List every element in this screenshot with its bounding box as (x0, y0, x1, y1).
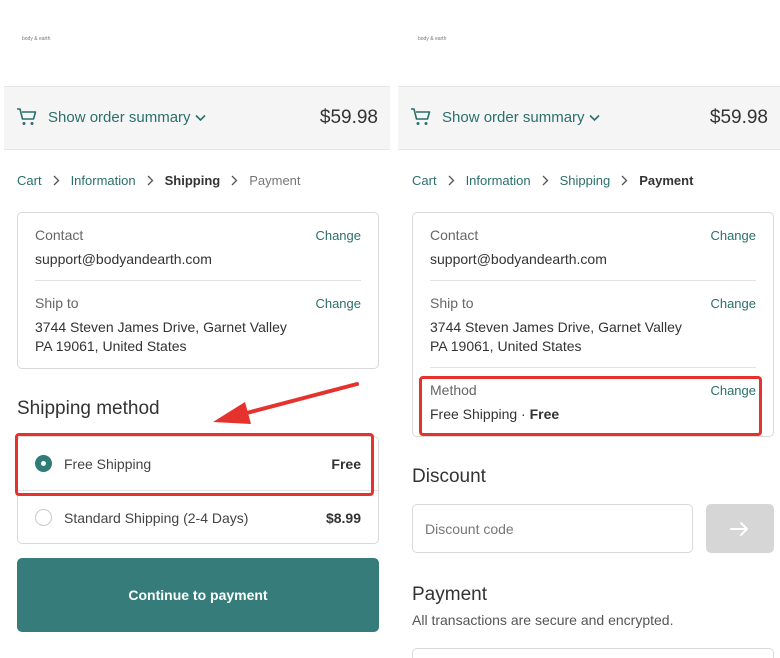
chevron-right-icon (231, 175, 238, 186)
annotation-arrow-icon (213, 382, 359, 424)
method-label: Method (430, 382, 477, 398)
cart-icon (17, 108, 37, 125)
radio-unselected[interactable] (35, 509, 52, 526)
change-contact-link[interactable]: Change (710, 228, 756, 243)
shipping-option-price: Free (331, 455, 361, 472)
review-row-shipto: Ship to 3744 Steven James Drive, Garnet … (35, 281, 361, 367)
breadcrumb-shipping: Shipping (164, 173, 221, 188)
shipto-value: 3744 Steven James Drive, Garnet Valley P… (430, 318, 720, 356)
method-price: Free (529, 406, 560, 422)
discount-title: Discount (412, 466, 486, 487)
breadcrumb-information[interactable]: Information (71, 173, 136, 188)
show-order-summary-toggle[interactable]: Show order summary (442, 109, 600, 126)
breadcrumb-cart[interactable]: Cart (412, 173, 437, 188)
payment-subtitle: All transactions are secure and encrypte… (412, 612, 674, 628)
payment-title: Payment (412, 584, 487, 605)
shipping-option-name: Standard Shipping (2-4 Days) (64, 509, 249, 526)
shipping-option-name: Free Shipping (64, 455, 152, 472)
change-shipto-link[interactable]: Change (710, 296, 756, 311)
shipping-option-free[interactable]: Free Shipping Free (18, 437, 378, 490)
order-summary-bar[interactable]: Show order summary $59.98 (398, 86, 780, 150)
order-summary-bar[interactable]: Show order summary $59.98 (4, 86, 390, 150)
contact-value: support@bodyandearth.com (430, 251, 607, 267)
breadcrumb-shipping[interactable]: Shipping (560, 173, 611, 188)
review-box: Contact support@bodyandearth.com Change … (412, 212, 774, 437)
shipping-option-standard[interactable]: Standard Shipping (2-4 Days) $8.99 (18, 490, 378, 544)
shipto-label: Ship to (35, 295, 79, 311)
chevron-right-icon (53, 175, 59, 186)
arrow-right-icon (730, 521, 748, 536)
summary-toggle-label: Show order summary (48, 109, 191, 126)
chevron-down-icon (588, 114, 600, 121)
review-row-shipto: Ship to 3744 Steven James Drive, Garnet … (430, 281, 756, 368)
contact-label: Contact (430, 227, 479, 243)
chevron-right-icon (621, 175, 628, 186)
review-row-method: Method Free Shipping · Free Change (430, 368, 756, 436)
review-row-contact: Contact support@bodyandearth.com Change (430, 213, 756, 281)
chevron-down-icon (194, 114, 206, 121)
continue-to-payment-button[interactable]: Continue to payment (17, 558, 379, 632)
contact-label: Contact (35, 227, 84, 243)
contact-value: support@bodyandearth.com (35, 251, 212, 267)
shipto-line-1: 3744 Steven James Drive, Garnet Valley (35, 319, 287, 335)
shipping-option-price: $8.99 (325, 509, 361, 526)
breadcrumb-cart[interactable]: Cart (17, 173, 42, 188)
store-logo[interactable]: body & earth (418, 36, 446, 42)
breadcrumb: Cart Information Shipping Payment (412, 173, 693, 188)
change-method-link[interactable]: Change (710, 383, 756, 398)
shipping-method-options: Free Shipping Free Standard Shipping (2-… (17, 436, 379, 544)
order-total: $59.98 (319, 107, 378, 128)
change-shipto-link[interactable]: Change (315, 296, 361, 311)
chevron-right-icon (448, 175, 454, 186)
breadcrumb-information[interactable]: Information (466, 173, 531, 188)
method-name: Free Shipping · (430, 406, 530, 422)
review-row-contact: Contact support@bodyandearth.com Change (35, 213, 361, 281)
discount-code-input[interactable] (412, 504, 693, 553)
shipto-line-1: 3744 Steven James Drive, Garnet Valley (430, 319, 682, 335)
order-total: $59.98 (709, 107, 768, 128)
summary-toggle-label: Show order summary (442, 109, 585, 126)
breadcrumb-payment: Payment (639, 173, 694, 188)
review-box: Contact support@bodyandearth.com Change … (17, 212, 379, 369)
show-order-summary-toggle[interactable]: Show order summary (48, 109, 206, 126)
method-value: Free Shipping · Free (430, 405, 720, 424)
cart-icon (411, 108, 431, 125)
store-logo[interactable]: body & earth (22, 36, 50, 42)
breadcrumb-payment: Payment (249, 173, 301, 188)
shipto-line-2: PA 19061, United States (35, 338, 187, 354)
apply-discount-button[interactable] (706, 504, 774, 553)
shipto-value: 3744 Steven James Drive, Garnet Valley P… (35, 318, 325, 356)
change-contact-link[interactable]: Change (315, 228, 361, 243)
payment-methods-box (412, 648, 774, 658)
radio-selected[interactable] (35, 455, 52, 472)
shipping-method-title: Shipping method (17, 398, 160, 419)
breadcrumb: Cart Information Shipping Payment (17, 173, 301, 188)
shipping-step-panel: body & earth Show order summary $59.98 C… (0, 0, 390, 658)
chevron-right-icon (147, 175, 154, 186)
payment-step-panel: body & earth Show order summary $59.98 C… (396, 0, 780, 658)
shipto-label: Ship to (430, 295, 474, 311)
chevron-right-icon (542, 175, 549, 186)
shipto-line-2: PA 19061, United States (430, 338, 582, 354)
